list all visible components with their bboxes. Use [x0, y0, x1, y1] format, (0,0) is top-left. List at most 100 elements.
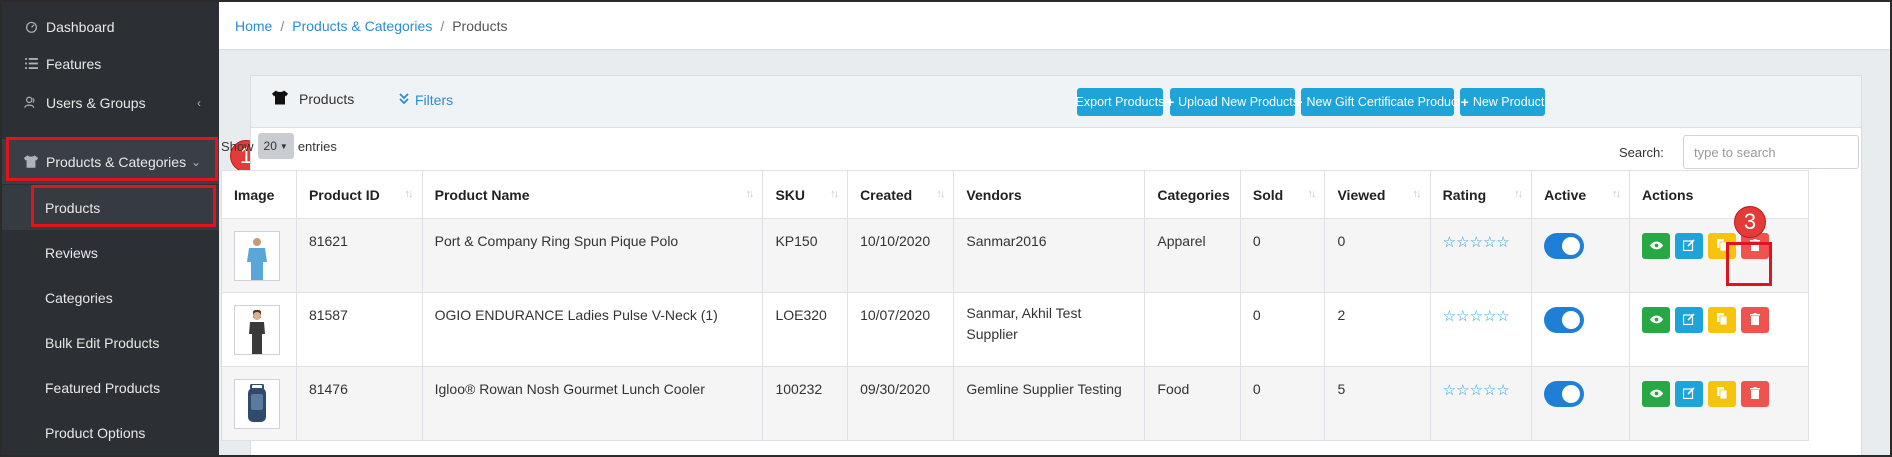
cell-vendors: Sanmar, Akhil Test Supplier: [953, 292, 1146, 367]
active-toggle[interactable]: [1544, 233, 1585, 259]
column-header-viewed[interactable]: Viewed ↑↓: [1324, 170, 1431, 219]
edit-button[interactable]: [1675, 233, 1704, 259]
cell-categories: Apparel: [1144, 218, 1241, 293]
cell-active: [1531, 218, 1631, 293]
sidebar-item-label: Features: [46, 55, 102, 72]
table-row: 81621 Port & Company Ring Spun Pique Pol…: [221, 218, 1809, 293]
sort-icon: ↑↓: [830, 188, 839, 200]
view-button[interactable]: [1642, 381, 1671, 407]
sort-icon: ↑↓: [1412, 188, 1422, 200]
table-row: 81587 OGIO ENDURANCE Ladies Pulse V-Neck…: [221, 292, 1809, 367]
view-button[interactable]: [1642, 233, 1671, 259]
speedometer-icon: [22, 20, 40, 33]
new-gift-certificate-product-button[interactable]: + New Gift Certificate Product: [1294, 88, 1461, 116]
sidebar-item-label: Dashboard: [46, 18, 115, 35]
search-input[interactable]: [1683, 135, 1859, 169]
cell-vendors: Gemline Supplier Testing: [953, 366, 1146, 441]
highlight-products-categories: [6, 137, 218, 181]
highlight-edit-button: [1726, 242, 1772, 286]
sort-icon: ↑↓: [1307, 188, 1316, 200]
search-label: Search:: [1619, 145, 1664, 160]
view-button[interactable]: [1642, 307, 1671, 333]
sidebar-subitem-reviews[interactable]: Reviews: [2, 230, 219, 275]
cell-sku: 100232: [762, 366, 849, 441]
app-frame: Dashboard Features Users & Groups ‹ Prod…: [0, 0, 1892, 457]
cell-created: 09/30/2020: [847, 366, 955, 441]
cell-categories: Food: [1144, 366, 1241, 441]
column-header-image: Image: [221, 170, 297, 219]
plus-icon: +: [1460, 94, 1469, 110]
product-thumbnail[interactable]: [234, 305, 280, 355]
active-toggle[interactable]: [1544, 307, 1585, 333]
filters-toggle[interactable]: Filters: [399, 92, 453, 108]
delete-button[interactable]: [1741, 381, 1770, 407]
sort-icon: ↑↓: [936, 188, 945, 200]
table-row: 81476 Igloo® Rowan Nosh Gourmet Lunch Co…: [221, 366, 1809, 441]
edit-button[interactable]: [1675, 307, 1704, 333]
active-toggle[interactable]: [1544, 381, 1585, 407]
caret-down-icon: ▼: [279, 141, 288, 151]
edit-icon: [1682, 312, 1695, 328]
product-thumbnail[interactable]: [234, 231, 280, 281]
button-label: New Product: [1472, 95, 1545, 109]
card-header: Products Filters Export Products + Uploa…: [251, 76, 1861, 128]
sort-icon: ↑↓: [1514, 188, 1523, 200]
cell-actions: [1629, 218, 1809, 293]
sidebar-subitem-label: Featured Products: [45, 379, 161, 396]
cell-viewed: 0: [1324, 218, 1431, 293]
button-label: New Gift Certificate Product: [1306, 95, 1461, 109]
export-products-button[interactable]: Export Products: [1075, 88, 1165, 116]
cell-created: 10/07/2020: [847, 292, 955, 367]
sidebar-subitem-featured-products[interactable]: Featured Products: [2, 365, 219, 410]
cell-viewed: 5: [1324, 366, 1431, 441]
plus-icon: +: [1294, 94, 1303, 110]
cell-product-name: OGIO ENDURANCE Ladies Pulse V-Neck (1): [421, 292, 764, 367]
edit-icon: [1682, 386, 1695, 402]
entries-select[interactable]: 20 ▼: [257, 133, 294, 159]
column-header-active[interactable]: Active ↑↓: [1531, 170, 1631, 219]
trash-icon: [1750, 312, 1761, 328]
edit-icon: [1682, 238, 1695, 254]
breadcrumb-home-link[interactable]: Home: [235, 18, 272, 34]
sidebar-subitem-categories[interactable]: Categories: [2, 275, 219, 320]
sidebar-subitem-label: Product Options: [45, 424, 146, 441]
button-label: Export Products: [1075, 95, 1165, 109]
cell-image: [221, 218, 297, 293]
sort-icon: ↑↓: [404, 188, 414, 200]
column-header-actions: Actions: [1629, 170, 1809, 219]
column-header-categories: Categories: [1144, 170, 1241, 219]
cell-actions: [1629, 292, 1809, 367]
breadcrumb-separator: /: [280, 17, 285, 34]
sidebar-subitem-product-options[interactable]: Product Options: [2, 410, 219, 455]
eye-icon: [1649, 313, 1663, 327]
column-header-rating[interactable]: Rating ↑↓: [1429, 170, 1533, 219]
breadcrumb-current: Products: [452, 17, 508, 34]
column-header-created[interactable]: Created ↑↓: [847, 170, 955, 219]
cell-product-id: 81621: [295, 218, 423, 293]
sidebar: Dashboard Features Users & Groups ‹ Prod…: [2, 2, 219, 455]
cell-product-name: Igloo® Rowan Nosh Gourmet Lunch Cooler: [421, 366, 764, 441]
double-chevron-down-icon: [399, 93, 409, 107]
upload-new-products-button[interactable]: + Upload New Products: [1166, 88, 1299, 116]
duplicate-button[interactable]: [1708, 307, 1737, 333]
table-header-row: Image Product ID ↑↓ Product Name ↑↓ SKU ↑↓ …: [221, 170, 1809, 219]
column-header-product-name[interactable]: Product Name ↑↓: [421, 170, 764, 219]
column-header-sku[interactable]: SKU ↑↓: [762, 170, 849, 219]
sidebar-subitem-bulk-edit-products[interactable]: Bulk Edit Products: [2, 320, 219, 365]
delete-button[interactable]: [1741, 307, 1770, 333]
sidebar-item-users-groups[interactable]: Users & Groups ‹: [2, 80, 219, 125]
cell-vendors: Sanmar2016: [953, 218, 1146, 293]
show-label: Show: [221, 138, 254, 154]
card-title-text: Products: [299, 91, 355, 107]
breadcrumb-products-categories-link[interactable]: Products & Categories: [292, 18, 432, 34]
duplicate-button[interactable]: [1708, 381, 1737, 407]
column-header-product-id[interactable]: Product ID ↑↓: [295, 170, 423, 219]
entries-label: entries: [297, 138, 337, 154]
chevron-left-icon: ‹: [197, 95, 201, 110]
column-header-sold[interactable]: Sold ↑↓: [1239, 170, 1326, 219]
product-thumbnail[interactable]: [234, 379, 280, 429]
edit-button[interactable]: [1675, 381, 1704, 407]
callout-badge-3: 3: [1734, 206, 1766, 238]
cell-categories: [1144, 292, 1241, 367]
new-product-button[interactable]: + New Product: [1460, 88, 1545, 116]
